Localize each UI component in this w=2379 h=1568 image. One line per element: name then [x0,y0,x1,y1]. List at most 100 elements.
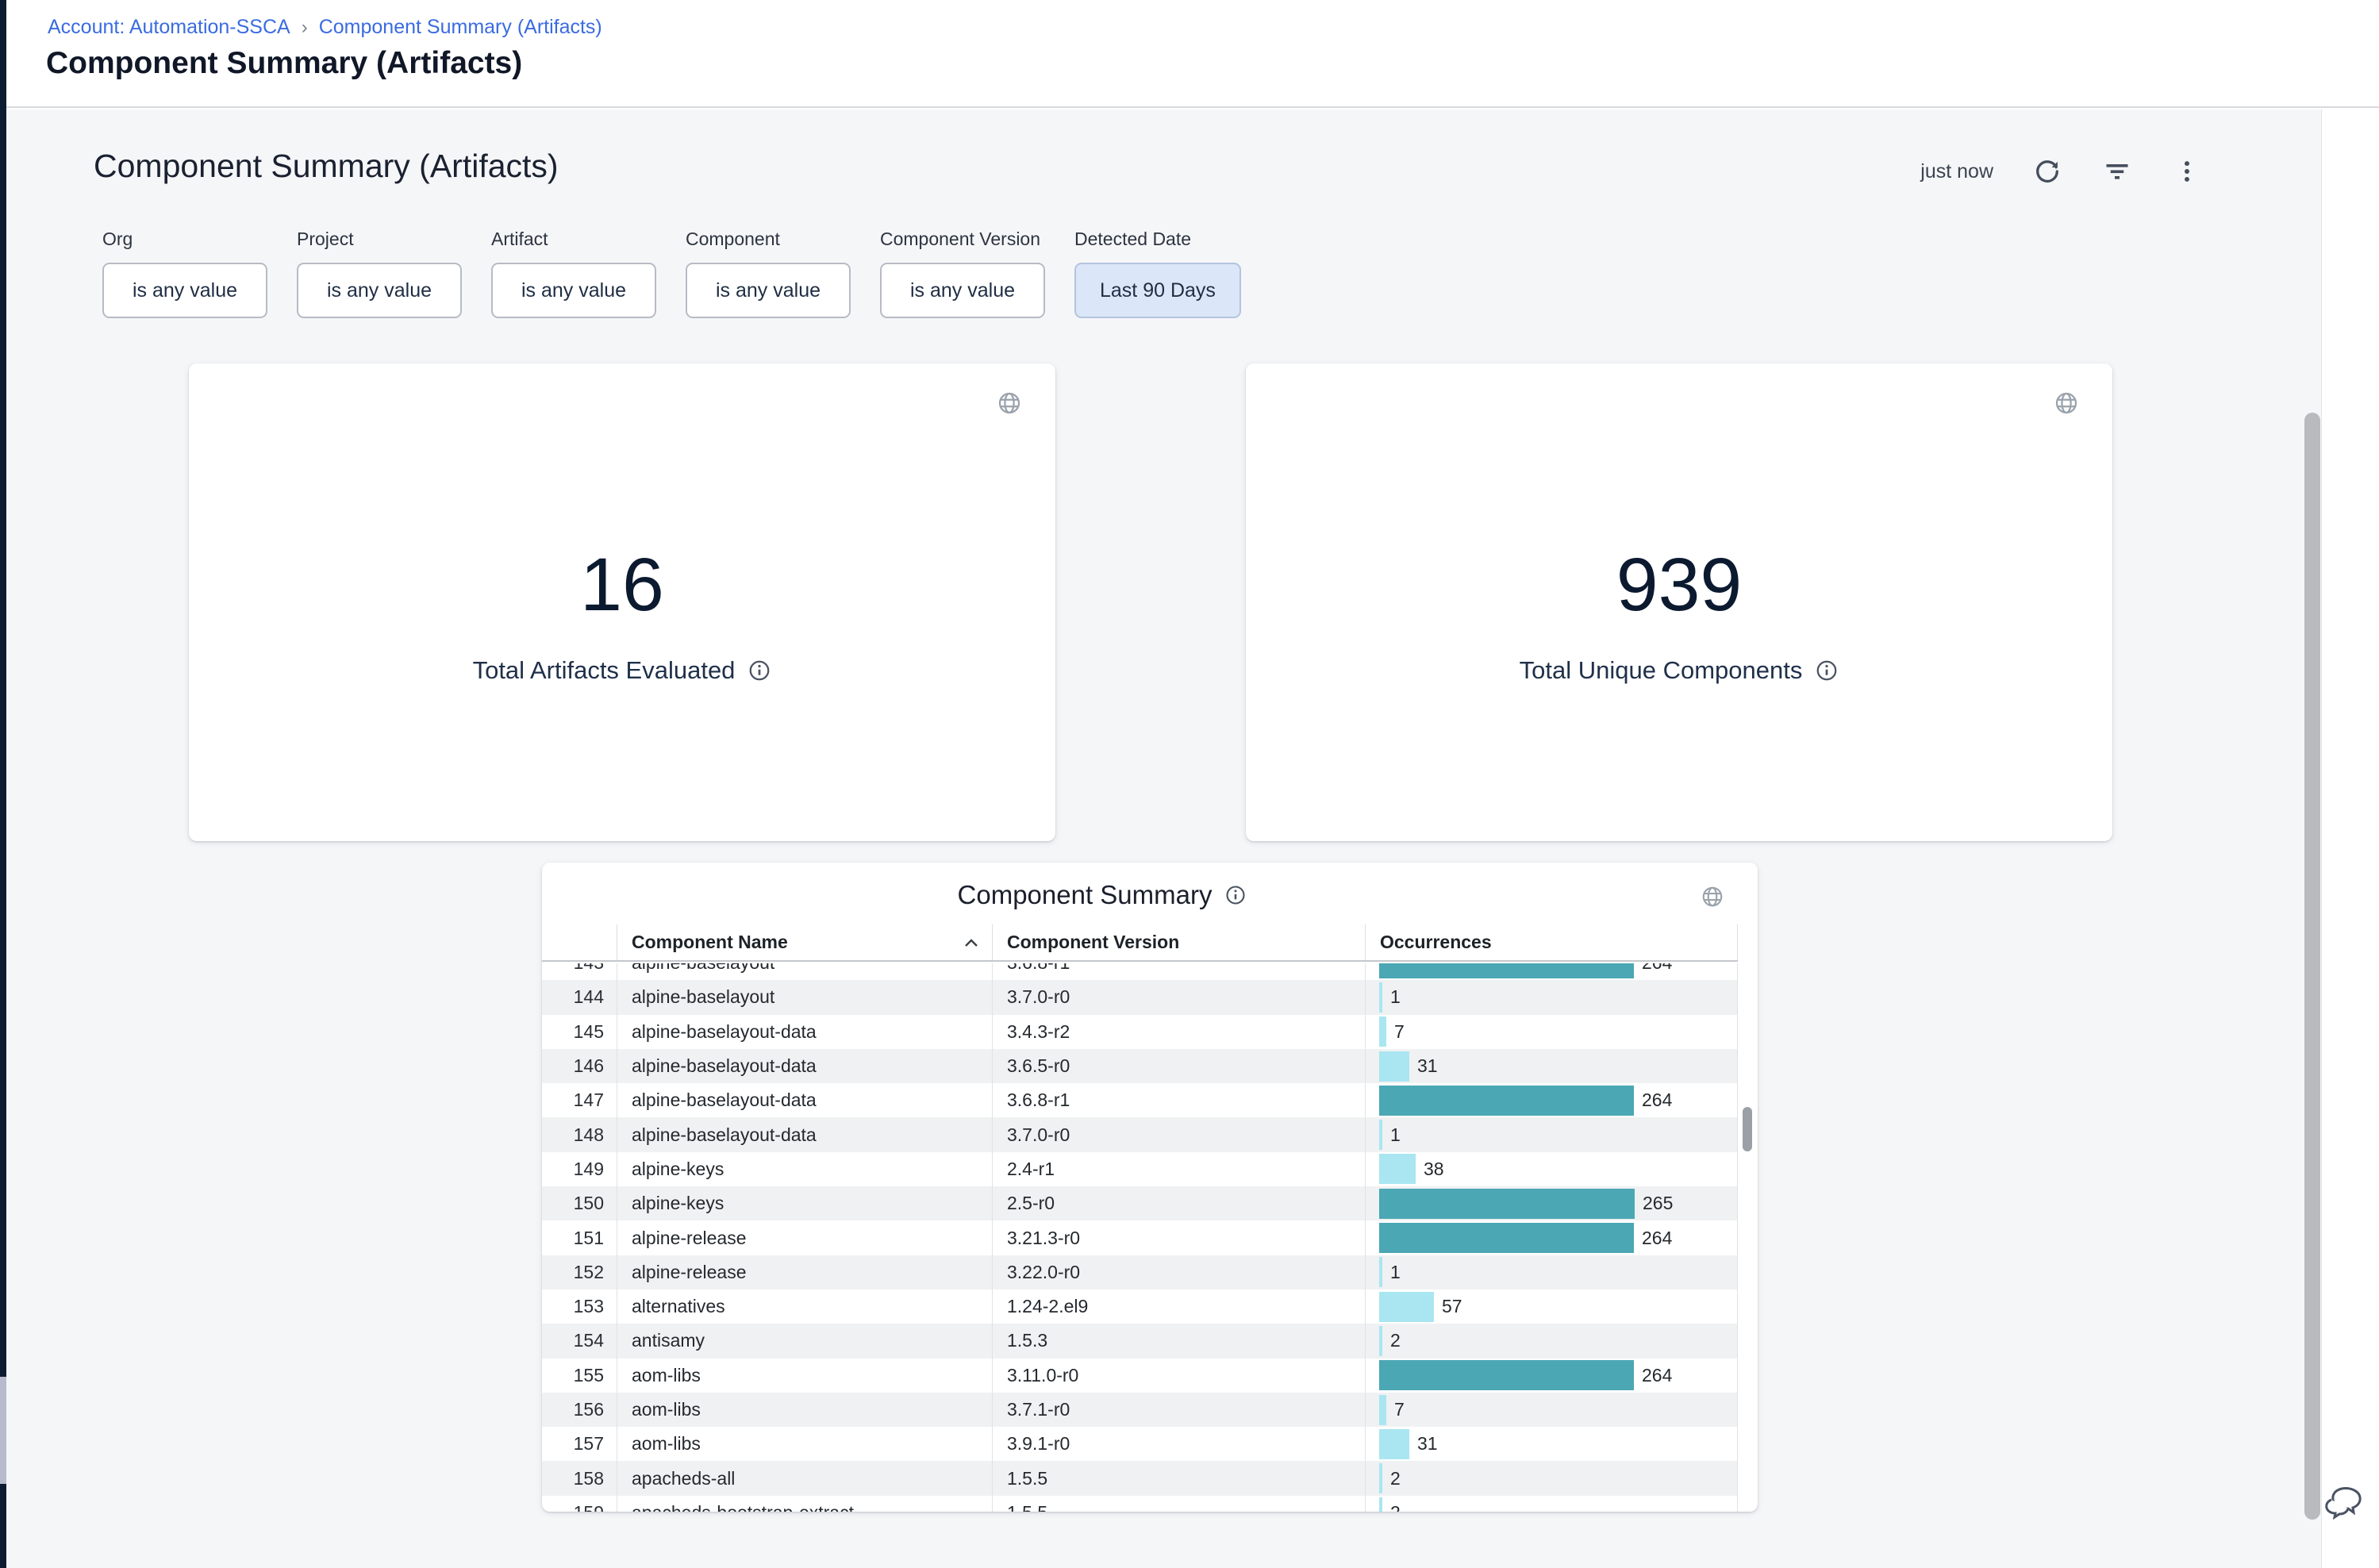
table-row[interactable]: 156 aom-libs 3.7.1-r0 7 [542,1393,1738,1427]
table-row[interactable]: 158 apacheds-all 1.5.5 2 [542,1461,1738,1495]
filter-value-chip-artifact[interactable]: is any value [491,263,656,318]
component-name-cell: alpine-release [617,1220,992,1255]
occurrences-bar [1379,1463,1382,1493]
table-title: Component Summary [958,880,1213,910]
row-index-cell: 152 [542,1255,617,1289]
tile-total-unique-components: 939 Total Unique Components [1246,363,2112,841]
occurrences-cell: 7 [1365,1393,1738,1427]
component-name-cell: alpine-baselayout [617,980,992,1014]
occurrences-cell: 1 [1365,1117,1738,1151]
filter-value-chip-org[interactable]: is any value [102,263,267,318]
occurrences-cell: 1 [1365,1255,1738,1289]
table-row[interactable]: 153 alternatives 1.24-2.el9 57 [542,1289,1738,1324]
table-row[interactable]: 154 antisamy 1.5.3 2 [542,1324,1738,1358]
filter-label: Detected Date [1074,229,1241,250]
row-index-cell: 147 [542,1083,617,1117]
row-index-cell: 154 [542,1324,617,1358]
column-header-occurrences[interactable]: Occurrences [1365,924,1738,960]
component-version-cell: 3.6.8-r1 [992,1083,1365,1117]
table-row[interactable]: 159 apacheds-bootstrap-extract 1.5.5 2 [542,1496,1738,1512]
table-row[interactable]: 147 alpine-baselayout-data 3.6.8-r1 264 [542,1083,1738,1117]
occurrences-value: 265 [1643,1193,1673,1214]
info-icon[interactable] [1815,659,1839,682]
globe-icon[interactable] [1701,885,1724,913]
component-name-cell: aom-libs [617,1427,992,1461]
breadcrumb-current-link[interactable]: Component Summary (Artifacts) [319,16,602,39]
component-version-cell: 3.22.0-r0 [992,1255,1365,1289]
dashboard-more-menu-button[interactable] [2171,156,2203,187]
row-index-cell: 146 [542,1049,617,1083]
component-version-cell: 3.4.3-r2 [992,1015,1365,1049]
row-index-cell: 158 [542,1461,617,1495]
table-row[interactable]: 152 alpine-release 3.22.0-r0 1 [542,1255,1738,1289]
occurrences-cell: 2 [1365,1324,1738,1358]
component-version-cell: 1.24-2.el9 [992,1289,1365,1324]
component-version-cell: 3.9.1-r0 [992,1427,1365,1461]
occurrences-value: 1 [1390,1124,1401,1146]
column-header-component-name[interactable]: Component Name [617,924,992,960]
table-row[interactable]: 150 alpine-keys 2.5-r0 265 [542,1186,1738,1220]
table-row[interactable]: 144 alpine-baselayout 3.7.0-r0 1 [542,980,1738,1014]
occurrences-value: 31 [1417,1433,1438,1455]
refresh-icon [2033,157,2062,186]
component-version-cell: 1.5.3 [992,1324,1365,1358]
refresh-button[interactable] [2031,156,2063,187]
occurrences-bar [1379,1189,1635,1219]
breadcrumb-account-link[interactable]: Account: Automation-SSCA [48,16,290,39]
table-row[interactable]: 151 alpine-release 3.21.3-r0 264 [542,1220,1738,1255]
occurrences-value: 2 [1390,1330,1401,1351]
filter-label: Component [686,229,851,250]
table-row[interactable]: 149 alpine-keys 2.4-r1 38 [542,1152,1738,1186]
occurrences-value: 7 [1394,1399,1405,1420]
row-index-cell: 145 [542,1015,617,1049]
component-version-cell: 3.21.3-r0 [992,1220,1365,1255]
dashboard-controls: just now [1920,156,2203,187]
table-row[interactable]: 146 alpine-baselayout-data 3.6.5-r0 31 [542,1049,1738,1083]
column-header-label: Occurrences [1380,932,1492,953]
info-icon[interactable] [1224,884,1247,906]
table-body[interactable]: 143 alpine-baselayout 3.6.8-r1 264 144 a… [542,963,1738,1512]
filter-value-chip-detected-date[interactable]: Last 90 Days [1074,263,1241,318]
sort-ascending-icon [963,937,979,948]
component-version-cell: 1.5.5 [992,1496,1365,1512]
page-scrollbar-thumb[interactable] [2304,413,2320,1520]
occurrences-value: 2 [1390,1468,1401,1489]
component-version-cell: 2.5-r0 [992,1186,1365,1220]
occurrences-value: 1 [1390,986,1401,1008]
filter-label: Component Version [880,229,1045,250]
filter-value-chip-component-version[interactable]: is any value [880,263,1045,318]
total-artifacts-value: 16 [580,548,664,623]
table-row[interactable]: 143 alpine-baselayout 3.6.8-r1 264 [542,963,1738,980]
occurrences-bar [1379,1086,1634,1116]
dashboard-filter: Project is any value [297,229,462,318]
row-index-cell: 159 [542,1496,617,1512]
table-row[interactable]: 157 aom-libs 3.9.1-r0 31 [542,1427,1738,1461]
row-index-cell: 148 [542,1117,617,1151]
table-scrollbar-thumb[interactable] [1743,1107,1752,1151]
component-name-cell: alpine-baselayout-data [617,1015,992,1049]
occurrences-value: 264 [1642,1090,1672,1111]
filter-toggle-button[interactable] [2101,156,2133,187]
table-row[interactable]: 145 alpine-baselayout-data 3.4.3-r2 7 [542,1015,1738,1049]
component-version-cell: 3.7.0-r0 [992,980,1365,1014]
total-unique-components-value: 939 [1616,548,1743,623]
filter-value-chip-project[interactable]: is any value [297,263,462,318]
help-chat-button[interactable] [2322,1478,2369,1525]
info-icon[interactable] [748,659,771,682]
component-version-cell: 3.6.5-r0 [992,1049,1365,1083]
occurrences-cell: 31 [1365,1427,1738,1461]
component-version-cell: 3.6.8-r1 [992,963,1365,980]
table-row[interactable]: 148 alpine-baselayout-data 3.7.0-r0 1 [542,1117,1738,1151]
total-unique-components-label: Total Unique Components [1520,656,1803,685]
component-name-cell: apacheds-all [617,1461,992,1495]
breadcrumb-separator-icon: › [302,17,308,39]
column-header-component-version[interactable]: Component Version [992,924,1365,960]
filter-label: Artifact [491,229,656,250]
occurrences-cell: 1 [1365,980,1738,1014]
column-header-index [542,924,617,960]
occurrences-bar [1379,1154,1416,1184]
occurrences-value: 1 [1390,1262,1401,1283]
nav-rail[interactable] [0,0,6,1568]
filter-value-chip-component[interactable]: is any value [686,263,851,318]
table-row[interactable]: 155 aom-libs 3.11.0-r0 264 [542,1359,1738,1393]
